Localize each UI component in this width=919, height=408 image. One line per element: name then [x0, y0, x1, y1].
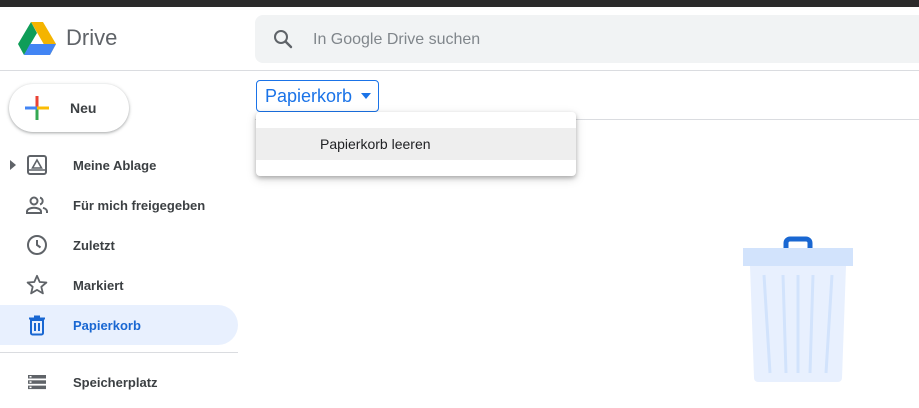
- storage-icon: [28, 375, 46, 390]
- app-header: Drive: [0, 7, 919, 71]
- drive-logo-icon[interactable]: [18, 22, 56, 56]
- plus-icon: [25, 96, 49, 120]
- caret-down-icon: [361, 93, 371, 99]
- new-button-label: Neu: [70, 100, 97, 116]
- trash-icon: [29, 315, 45, 336]
- sidebar-item-shared-with-me[interactable]: Für mich freigegeben: [0, 185, 238, 225]
- sidebar-item-my-drive[interactable]: Meine Ablage: [0, 145, 238, 185]
- shared-people-icon: [26, 196, 48, 214]
- sidebar-item-storage[interactable]: Speicherplatz: [0, 362, 238, 402]
- star-icon: [26, 274, 48, 295]
- sidebar-item-trash[interactable]: Papierkorb: [0, 305, 238, 345]
- new-button[interactable]: Neu: [9, 84, 129, 132]
- search-input[interactable]: [311, 15, 875, 65]
- sidebar-item-starred[interactable]: Markiert: [0, 265, 238, 305]
- dropdown-menu: Papierkorb leeren: [256, 112, 576, 176]
- sidebar-item-recent[interactable]: Zuletzt: [0, 225, 238, 265]
- breadcrumb-dropdown[interactable]: Papierkorb: [256, 80, 379, 112]
- sidebar-item-label: Für mich freigegeben: [73, 198, 206, 213]
- sidebar-divider: [0, 352, 238, 353]
- clock-icon: [27, 235, 47, 255]
- my-drive-icon: [27, 155, 47, 175]
- browser-top-strip: [0, 0, 919, 7]
- search-icon[interactable]: [271, 27, 295, 51]
- menu-item-empty-trash[interactable]: Papierkorb leeren: [256, 128, 576, 160]
- menu-item-label: Papierkorb leeren: [320, 136, 431, 152]
- breadcrumb-label: Papierkorb: [265, 86, 353, 106]
- sidebar-item-label: Meine Ablage: [73, 158, 157, 173]
- sidebar-item-label: Papierkorb: [73, 318, 141, 333]
- sidebar-item-label: Markiert: [73, 278, 124, 293]
- empty-trash-illustration: [743, 236, 853, 382]
- sidebar-item-label: Speicherplatz: [73, 375, 158, 390]
- brand-name: Drive: [66, 25, 118, 50]
- sidebar-item-label: Zuletzt: [73, 238, 115, 253]
- expand-arrow-icon[interactable]: [8, 159, 18, 171]
- search-bar[interactable]: [255, 15, 919, 65]
